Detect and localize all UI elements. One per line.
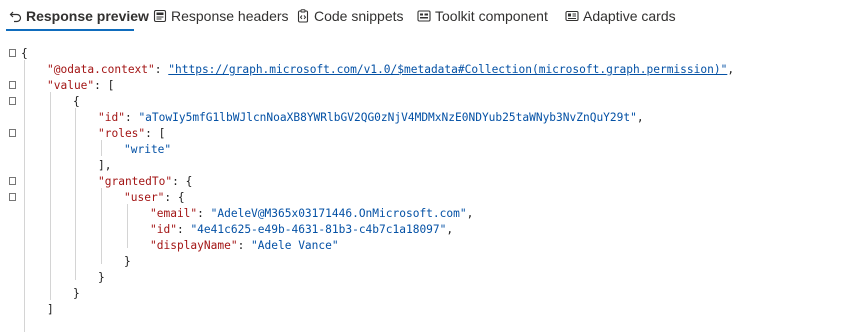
json-key: "@odata.context" xyxy=(47,63,155,76)
response-tab-bar: Response preview Response headers Code s… xyxy=(0,0,853,32)
json-key: "id" xyxy=(98,111,125,124)
json-brace: } xyxy=(124,255,131,268)
toolkit-component-icon xyxy=(417,9,431,23)
undo-arrow-icon xyxy=(8,9,22,23)
json-brace: { xyxy=(21,47,28,60)
json-key: "email" xyxy=(150,207,198,220)
json-line: ] xyxy=(47,302,54,318)
json-key: "displayName" xyxy=(150,239,238,252)
json-line: { xyxy=(21,46,28,62)
fold-toggle-roles[interactable] xyxy=(9,129,16,137)
json-key: "grantedTo" xyxy=(98,175,173,188)
json-brace: { xyxy=(185,175,193,188)
tab-adaptive-cards[interactable]: Adaptive cards xyxy=(565,0,676,32)
json-brace: } xyxy=(98,271,105,284)
json-key: "roles" xyxy=(98,127,146,140)
fold-toggle-grantedto[interactable] xyxy=(9,177,16,185)
indent-guide xyxy=(101,140,102,156)
tab-response-headers[interactable]: Response headers xyxy=(153,0,289,32)
json-line: "id": "4e41c625-e49b-4631-81b3-c4b7c1a18… xyxy=(150,223,454,236)
clipboard-code-icon xyxy=(296,9,310,23)
indent-guide xyxy=(127,204,128,248)
json-line: "value": [ xyxy=(47,79,115,92)
indent-guide xyxy=(24,60,25,332)
json-line: } xyxy=(124,254,131,270)
json-line: "displayName": "Adele Vance" xyxy=(150,239,339,252)
tab-response-preview-label: Response preview xyxy=(26,8,149,24)
adaptive-card-icon xyxy=(565,9,579,23)
json-line: "user": { xyxy=(124,191,185,204)
graph-explorer-response-panel: Response preview Response headers Code s… xyxy=(0,0,853,332)
indent-guide xyxy=(75,108,76,280)
json-brace: { xyxy=(73,95,80,108)
tab-adaptive-cards-label: Adaptive cards xyxy=(583,8,676,24)
json-line: "grantedTo": { xyxy=(98,175,193,188)
json-key: "id" xyxy=(150,223,177,236)
tab-toolkit-component[interactable]: Toolkit component xyxy=(417,0,548,32)
json-string-value: "Adele Vance" xyxy=(251,239,339,252)
tab-toolkit-component-label: Toolkit component xyxy=(435,8,548,24)
active-tab-indicator xyxy=(6,29,134,31)
json-line: } xyxy=(98,270,105,286)
tab-code-snippets-label: Code snippets xyxy=(314,8,404,24)
tab-response-preview[interactable]: Response preview xyxy=(8,0,149,32)
json-bracket: ], xyxy=(98,159,112,172)
document-header-icon xyxy=(153,9,167,23)
json-key: "value" xyxy=(47,79,95,92)
json-bracket: [ xyxy=(107,79,115,92)
json-line: "roles": [ xyxy=(98,127,166,140)
fold-toggle-item[interactable] xyxy=(9,97,16,105)
json-brace: } xyxy=(73,287,80,300)
json-key: "user" xyxy=(124,191,165,204)
json-bracket: [ xyxy=(158,127,166,140)
json-bracket: ] xyxy=(47,303,54,316)
json-brace: { xyxy=(177,191,185,204)
json-line: "id": "aTowIy5mfG1lbWJlcnNoaXB8YWRlbGV2Q… xyxy=(98,111,644,124)
odata-context-link[interactable]: "https://graph.microsoft.com/v1.0/$metad… xyxy=(168,63,727,76)
json-response-viewer[interactable]: { "@odata.context": "https://graph.micro… xyxy=(0,40,853,332)
json-string-value: "write" xyxy=(124,143,172,156)
fold-toggle-root[interactable] xyxy=(9,49,16,57)
json-line: "@odata.context": "https://graph.microso… xyxy=(47,63,735,76)
tab-code-snippets[interactable]: Code snippets xyxy=(296,0,404,32)
indent-guide xyxy=(50,92,51,300)
indent-guide xyxy=(101,188,102,264)
json-line: { xyxy=(73,94,80,110)
json-string-value: "4e41c625-e49b-4631-81b3-c4b7c1a18097" xyxy=(190,223,447,236)
json-string-value: "aTowIy5mfG1lbWJlcnNoaXB8YWRlbGV2QG0zNjV… xyxy=(138,111,637,124)
json-line: } xyxy=(73,286,80,302)
json-line: "write" xyxy=(124,142,171,158)
json-line: "email": "AdeleV@M365x03171446.OnMicroso… xyxy=(150,207,474,220)
fold-toggle-value[interactable] xyxy=(9,81,16,89)
tab-response-headers-label: Response headers xyxy=(171,8,289,24)
json-line: ], xyxy=(98,158,111,174)
json-string-value: "AdeleV@M365x03171446.OnMicrosoft.com" xyxy=(210,207,467,220)
fold-toggle-user[interactable] xyxy=(9,193,16,201)
